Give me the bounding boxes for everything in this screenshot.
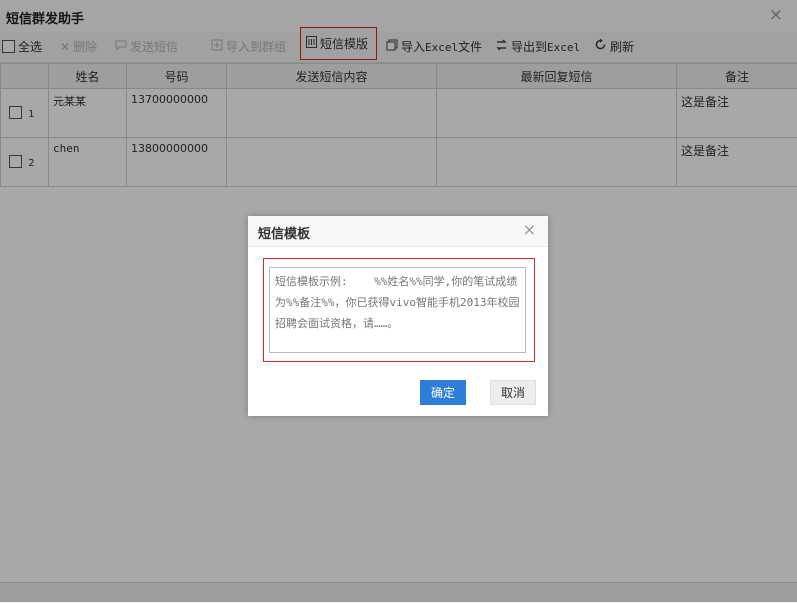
sms-template-dialog: 短信模板 × 确定 取消 <box>248 216 548 416</box>
close-icon[interactable]: × <box>523 220 536 239</box>
confirm-button[interactable]: 确定 <box>420 380 466 405</box>
dialog-title-bar: 短信模板 × <box>248 216 548 247</box>
dialog-title: 短信模板 <box>258 223 310 242</box>
cancel-button[interactable]: 取消 <box>490 380 536 405</box>
template-textarea[interactable] <box>269 267 526 353</box>
